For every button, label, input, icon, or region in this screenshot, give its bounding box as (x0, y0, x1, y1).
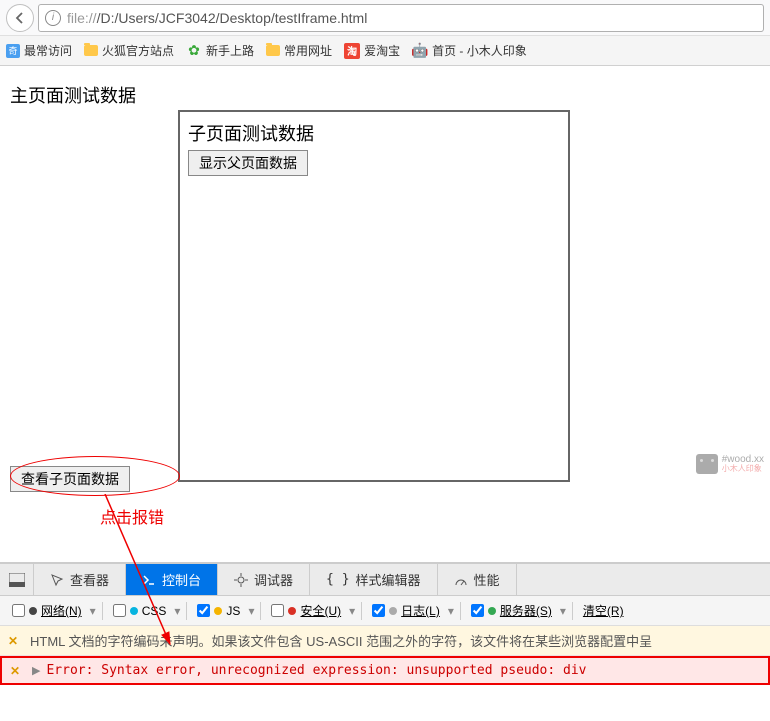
tab-style-editor[interactable]: { } 样式编辑器 (310, 564, 438, 595)
dismiss-icon[interactable]: ✕ (10, 664, 24, 678)
filter-security[interactable]: 安全(U) (267, 602, 345, 619)
bookmark-label: 最常访问 (24, 42, 72, 59)
back-button[interactable] (6, 4, 34, 32)
filter-log[interactable]: 日志(L) (368, 602, 444, 619)
watermark-text: #wood.xx 小木人印象 (722, 455, 764, 473)
globe-icon: ✿ (186, 43, 202, 59)
bookmark-aitaobao[interactable]: 淘 爱淘宝 (344, 42, 400, 59)
bookmark-most-visited[interactable]: 奇 最常访问 (6, 42, 72, 59)
bookmark-firefox-official[interactable]: 火狐官方站点 (84, 42, 174, 59)
robot-icon (696, 454, 718, 474)
tab-performance[interactable]: 性能 (438, 564, 517, 595)
bookmark-common-urls[interactable]: 常用网址 (266, 42, 332, 59)
show-parent-data-button[interactable]: 显示父页面数据 (188, 150, 308, 176)
bookmark-label: 常用网址 (284, 42, 332, 59)
arrow-left-icon (13, 11, 27, 25)
performance-icon (454, 573, 468, 587)
tao-icon: 淘 (344, 43, 360, 59)
droid-icon: 🤖 (412, 43, 428, 59)
url-text: file:///D:/Users/JCF3042/Desktop/testIfr… (67, 10, 367, 26)
inspector-icon (50, 573, 64, 587)
style-editor-icon: { } (326, 572, 349, 587)
dismiss-icon[interactable]: ✕ (8, 634, 22, 648)
bookmark-label: 火狐官方站点 (102, 42, 174, 59)
bookmark-label: 首页 - 小木人印象 (432, 42, 527, 59)
main-page-title: 主页面测试数据 (10, 82, 760, 108)
url-bar[interactable]: i file:///D:/Users/JCF3042/Desktop/testI… (38, 4, 764, 32)
tab-debugger[interactable]: 调试器 (218, 564, 310, 595)
bookmark-label: 新手上路 (206, 42, 254, 59)
browser-navbar: i file:///D:/Users/JCF3042/Desktop/testI… (0, 0, 770, 36)
page-content: 主页面测试数据 子页面测试数据 显示父页面数据 查看子页面数据 点击报错 #wo… (0, 66, 770, 502)
clear-button[interactable]: 清空(R) (579, 602, 628, 619)
bookmark-home-xmr[interactable]: 🤖 首页 - 小木人印象 (412, 42, 527, 59)
main-button-row: 查看子页面数据 点击报错 (10, 466, 760, 492)
iframe-container: 子页面测试数据 显示父页面数据 (178, 110, 570, 482)
tab-label: 调试器 (254, 570, 293, 589)
folder-icon (266, 45, 280, 56)
debugger-icon (234, 573, 248, 587)
devtools-dock-button[interactable] (0, 564, 34, 595)
sub-page-title: 子页面测试数据 (188, 120, 560, 146)
bookmark-label: 爱淘宝 (364, 42, 400, 59)
tab-label: 性能 (474, 570, 500, 589)
filter-server[interactable]: 服务器(S) (467, 602, 556, 619)
view-child-data-button[interactable]: 查看子页面数据 (10, 466, 130, 492)
tab-label: 样式编辑器 (356, 570, 421, 589)
qi-icon: 奇 (6, 44, 20, 58)
bookmarks-bar: 奇 最常访问 火狐官方站点 ✿ 新手上路 常用网址 淘 爱淘宝 🤖 首页 - 小… (0, 36, 770, 66)
folder-icon (84, 45, 98, 56)
bookmark-new-to-road[interactable]: ✿ 新手上路 (186, 42, 254, 59)
watermark: #wood.xx 小木人印象 (696, 454, 764, 474)
info-icon[interactable]: i (45, 10, 61, 26)
expand-icon[interactable]: ▶ (32, 664, 40, 677)
annotation-text: 点击报错 (100, 504, 164, 528)
dock-icon (9, 573, 25, 587)
